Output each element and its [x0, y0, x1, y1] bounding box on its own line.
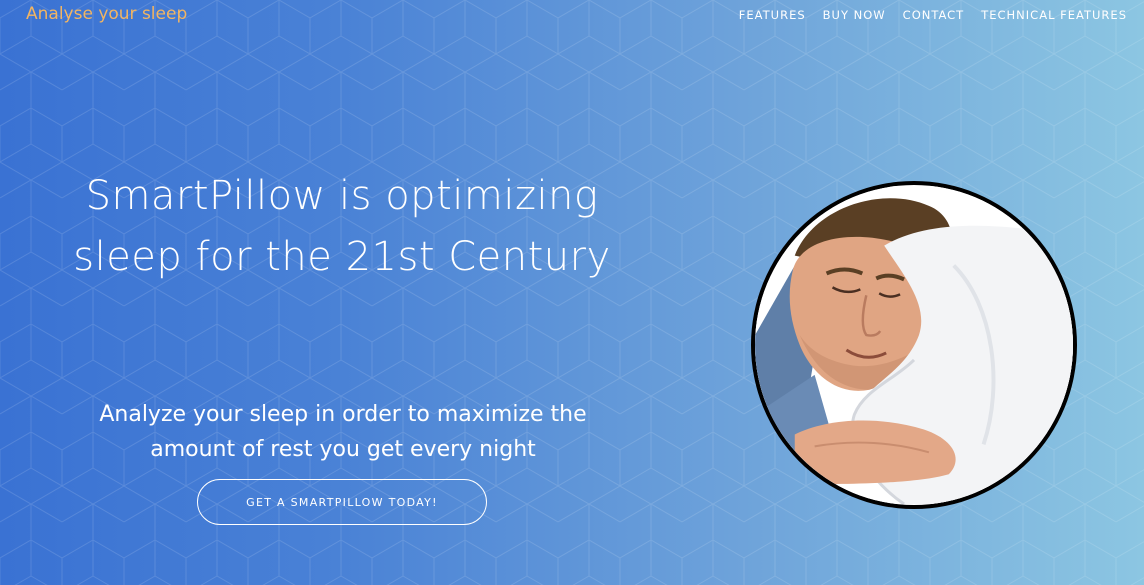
hero-headline: SmartPillow is optimizing sleep for the … [73, 173, 611, 280]
hero-subheadline: Analyze your sleep in order to maximize … [99, 402, 587, 462]
nav-link-technical-features[interactable]: TECHNICAL FEATURES [981, 8, 1127, 22]
get-smartpillow-button[interactable]: GET A SMARTPILLOW TODAY! [197, 479, 487, 525]
top-navbar: Analyse your sleep FEATURES BUY NOW CONT… [0, 0, 1144, 30]
nav-link-features[interactable]: FEATURES [739, 8, 806, 22]
hero-section: Analyse your sleep FEATURES BUY NOW CONT… [0, 0, 1144, 585]
sleeping-man-photo [751, 181, 1077, 509]
nav-links: FEATURES BUY NOW CONTACT TECHNICAL FEATU… [739, 8, 1127, 22]
brand-link[interactable]: Analyse your sleep [26, 4, 187, 24]
sleeping-man-illustration [755, 186, 1073, 505]
nav-link-buy-now[interactable]: BUY NOW [823, 8, 886, 22]
nav-link-contact[interactable]: CONTACT [903, 8, 965, 22]
